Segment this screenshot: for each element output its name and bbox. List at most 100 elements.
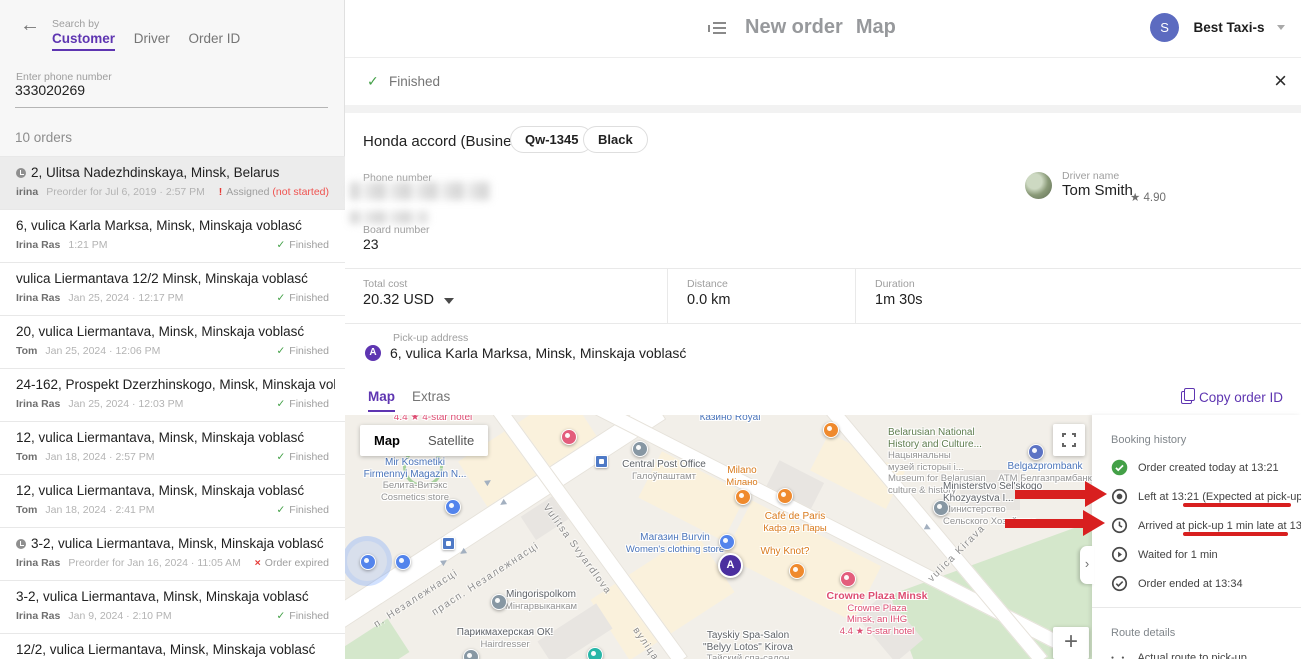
map-type-satellite-button[interactable]: Satellite: [414, 425, 488, 456]
order-list-menu-icon[interactable]: [708, 21, 726, 35]
fullscreen-button[interactable]: [1053, 424, 1085, 456]
check-icon: ✓: [276, 345, 286, 357]
booking-history-title: Booking history: [1111, 434, 1187, 446]
distance-value: 0.0 km: [687, 292, 731, 308]
check-icon: ✓: [276, 610, 286, 622]
order-title: 12, vulica Liermantava, Minsk, Minskaja …: [16, 430, 305, 445]
search-by-label: Search by: [52, 18, 100, 30]
post-office-marker[interactable]: [632, 441, 648, 457]
order-meta: Irina Ras Jan 9, 2024 · 2:10 PM: [16, 610, 172, 622]
store-marker[interactable]: [445, 499, 461, 515]
map-canvas[interactable]: ▶ ▶ ▶ ▶ ▶ ▶ 4.4 ★ 4-star hotel Казино Roy…: [345, 415, 1092, 659]
mall-marker[interactable]: [360, 554, 376, 570]
order-list-item[interactable]: 2, Ulitsa Nadezhdinskaya, Minsk, Belarus…: [0, 156, 345, 209]
cafe-marker[interactable]: [735, 489, 751, 505]
booking-history-list: Order created today at 13:21 Left at 13:2…: [1111, 459, 1301, 592]
check-icon: ✓: [276, 504, 286, 516]
play-icon: [1111, 546, 1128, 563]
cafe-marker[interactable]: [823, 422, 839, 438]
check-icon: ✓: [276, 292, 286, 304]
preorder-clock-icon: [16, 539, 26, 549]
page-title: New order Map: [745, 16, 896, 39]
map-poi-label: Café de Paris Кафэ дэ Пары: [763, 511, 827, 534]
zoom-in-button[interactable]: +: [1053, 627, 1089, 659]
page-title-text: New order: [745, 16, 843, 38]
map-type-map-button[interactable]: Map: [360, 425, 414, 456]
order-list-item[interactable]: 3-2, vulica Liermantava, Minsk, Minskaja…: [0, 580, 345, 633]
total-cost-value[interactable]: 20.32 USD: [363, 292, 454, 308]
order-title: 12, vulica Liermantava, Minsk, Minskaja …: [16, 483, 305, 498]
copy-icon: [1180, 388, 1196, 404]
order-client: Irina Ras: [16, 557, 61, 569]
order-client: Irina Ras: [16, 610, 61, 622]
tab-map[interactable]: Map: [368, 389, 395, 412]
order-list-item[interactable]: 12, vulica Liermantava, Minsk, Minskaja …: [0, 421, 345, 474]
restaurant-marker[interactable]: [777, 488, 793, 504]
booking-history-item: Left at 13:21 (Expected at pick-up in 9 …: [1111, 488, 1301, 505]
radio-icon: [1111, 488, 1128, 505]
hotel-marker[interactable]: [561, 429, 577, 445]
tab-driver[interactable]: Driver: [134, 31, 170, 46]
order-meta: Tom Jan 25, 2024 · 12:06 PM: [16, 345, 161, 357]
store-marker[interactable]: [719, 534, 735, 550]
photo-marker[interactable]: [587, 647, 603, 659]
orders-count: 10 orders: [15, 130, 73, 145]
map-poi-label: Tayskiy Spa-Salon "Belyy Lotos" Kirova Тай…: [703, 630, 793, 659]
bank-marker[interactable]: [1028, 444, 1044, 460]
tab-customer[interactable]: Customer: [52, 31, 116, 51]
phone-search-input[interactable]: 333020269: [15, 82, 328, 108]
chevron-down-icon: [1277, 25, 1285, 30]
order-list-item[interactable]: 6, vulica Karla Marksa, Minsk, Minskaja …: [0, 209, 345, 262]
route-details-title: Route details: [1111, 627, 1176, 639]
order-meta: Irina Ras Jan 25, 2024 · 12:03 PM: [16, 398, 184, 410]
search-type-tabs: Customer Driver Order ID: [52, 31, 255, 51]
tab-order-id[interactable]: Order ID: [189, 31, 241, 46]
booking-history-item: Waited for 1 min: [1111, 546, 1301, 563]
order-list-item[interactable]: 12/2, vulica Liermantava, Minsk, Minskaj…: [0, 633, 345, 659]
transit-marker[interactable]: [442, 537, 455, 550]
order-status-bar: ✓ Finished ×: [345, 58, 1301, 105]
order-list: 2, Ulitsa Nadezhdinskaya, Minsk, Belarus…: [0, 156, 345, 659]
app-window: ← Search by Customer Driver Order ID Ent…: [0, 0, 1301, 659]
order-meta: Tom Jan 18, 2024 · 2:57 PM: [16, 451, 155, 463]
account-name: Best Taxi-s: [1193, 20, 1265, 35]
hotel-marker[interactable]: [840, 571, 856, 587]
booking-history-text: Order ended at 13:34: [1138, 577, 1243, 590]
tab-extras[interactable]: Extras: [412, 389, 450, 404]
clock-icon: [1111, 517, 1128, 534]
close-icon[interactable]: ×: [1274, 68, 1287, 94]
museum-marker[interactable]: [933, 500, 949, 516]
order-status-badge: ✓ Finished: [276, 451, 329, 463]
panel-collapse-button[interactable]: [1080, 546, 1094, 584]
store-marker[interactable]: [395, 554, 411, 570]
hairdresser-marker[interactable]: [463, 649, 479, 659]
order-list-item[interactable]: 3-2, vulica Liermantava, Minsk, Minskaja…: [0, 527, 345, 580]
order-meta: Irina Ras 1:21 PM: [16, 239, 108, 251]
back-arrow-icon[interactable]: ←: [20, 14, 40, 37]
map-poi-label: Магазин Burvin Women's clothing store: [625, 532, 725, 555]
redacted-field: [350, 211, 428, 224]
booking-history-item: Order created today at 13:21: [1111, 459, 1301, 476]
order-list-item[interactable]: vulica Liermantava 12/2 Minsk, Minskaja …: [0, 262, 345, 315]
account-menu[interactable]: S Best Taxi-s: [1150, 13, 1285, 43]
order-title: 3-2, vulica Liermantava, Minsk, Minskaja…: [16, 589, 309, 604]
map-poi-label: Crowne Plaza Minsk Crowne Plaza Minsk, an …: [826, 590, 928, 637]
transit-marker[interactable]: [595, 455, 608, 468]
order-list-item[interactable]: 12, vulica Liermantava, Minsk, Minskaja …: [0, 474, 345, 527]
order-status-badge: ✓ Finished: [276, 398, 329, 410]
preorder-clock-icon: [16, 168, 26, 178]
map-poi-label: Парикмахерская ОК! Hairdresser: [456, 627, 554, 650]
copy-order-id-button[interactable]: Copy order ID: [1180, 388, 1283, 405]
status-extra: (not started): [272, 186, 329, 198]
map-poi-label: Milano Мілано: [726, 465, 758, 488]
order-status-badge: ✓ Finished: [276, 239, 329, 251]
order-title: vulica Liermantava 12/2 Minsk, Minskaja …: [16, 271, 308, 286]
civic-marker[interactable]: [491, 594, 507, 610]
cafe-marker[interactable]: [789, 563, 805, 579]
total-cost-cell: Total cost 20.32 USD: [345, 269, 667, 323]
plate-chip: Qw-1345: [510, 126, 594, 153]
duration-label: Duration: [875, 278, 915, 290]
order-list-item[interactable]: 24-162, Prospekt Dzerzhinskogo, Minsk, M…: [0, 368, 345, 421]
pickup-a-marker[interactable]: A: [718, 553, 743, 578]
order-list-item[interactable]: 20, vulica Liermantava, Minsk, Minskaja …: [0, 315, 345, 368]
